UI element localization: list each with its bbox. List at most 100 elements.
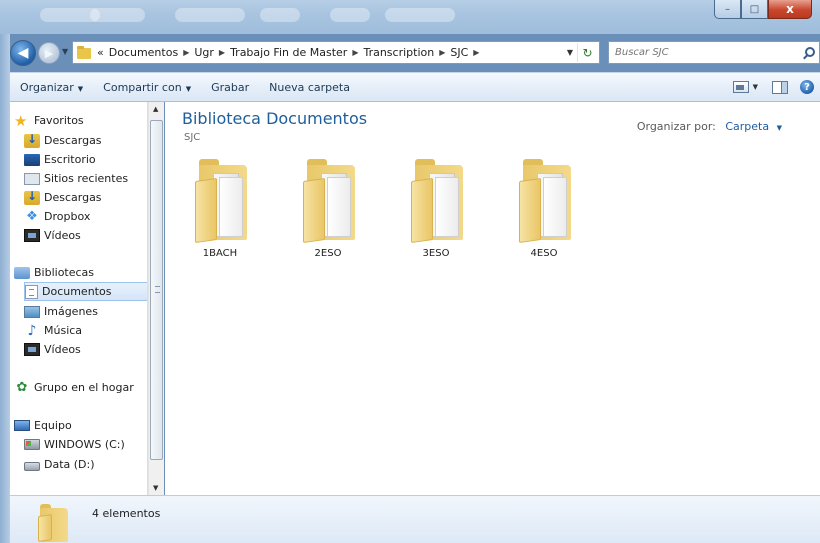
close-button[interactable]: x: [768, 0, 812, 19]
nav-homegroup[interactable]: ✿ Grupo en el hogar: [14, 378, 147, 397]
nav-item-descargas[interactable]: Descargas: [24, 131, 147, 150]
nav-item-descargas-2[interactable]: Descargas: [24, 188, 147, 207]
folder-tile[interactable]: 4ESO: [509, 159, 579, 269]
change-view-icon[interactable]: [732, 81, 749, 93]
chevron-right-icon[interactable]: ▶: [473, 48, 479, 57]
details-pane: 4 elementos: [10, 495, 820, 543]
desktop-icon: [24, 153, 40, 166]
nav-item-label: Descargas: [44, 191, 102, 204]
breadcrumb-item[interactable]: Trabajo Fin de Master: [230, 46, 347, 59]
breadcrumb-item[interactable]: Transcription: [363, 46, 434, 59]
nav-item-data-d[interactable]: Data (D:): [24, 455, 147, 474]
breadcrumb-item[interactable]: SJC: [450, 46, 468, 59]
folder-icon: [519, 159, 574, 243]
help-icon[interactable]: ?: [800, 80, 814, 94]
chevron-down-icon[interactable]: ▼: [753, 83, 758, 91]
nav-item-label: WINDOWS (C:): [44, 438, 125, 451]
folder-label: 3ESO: [422, 248, 450, 259]
nav-item-videos[interactable]: Vídeos: [24, 226, 147, 245]
share-button[interactable]: Compartir con ▼: [93, 81, 201, 94]
video-icon: [24, 229, 40, 242]
nav-favorites-label: Favoritos: [34, 114, 84, 127]
music-icon: ♪: [27, 322, 37, 339]
folder-icon: [38, 504, 70, 542]
nav-scrollbar[interactable]: ▲ ▼: [148, 102, 164, 495]
arrange-by-label: Organizar por:: [636, 120, 716, 133]
chevron-down-icon[interactable]: ▼: [777, 124, 782, 132]
nav-item-dropbox[interactable]: ❖ Dropbox: [24, 207, 147, 226]
chevron-right-icon[interactable]: ▶: [352, 48, 358, 57]
video-icon: [24, 343, 40, 356]
nav-item-documentos[interactable]: Documentos: [24, 282, 147, 301]
library-title: Biblioteca Documentos: [182, 109, 368, 128]
arrange-by-value[interactable]: Carpeta: [725, 120, 769, 133]
windows-drive-icon: [24, 439, 40, 450]
organize-label: Organizar: [20, 80, 74, 94]
nav-item-label: Sitios recientes: [44, 172, 129, 185]
address-bar[interactable]: « Documentos ▶ Ugr ▶ Trabajo Fin de Mast…: [72, 41, 600, 64]
blurred-title-text: [385, 8, 455, 22]
download-folder-icon: [24, 132, 40, 148]
maximize-button[interactable]: □: [741, 0, 768, 19]
navigation-pane: ★ Favoritos Descargas Escritorio Sitios …: [10, 102, 148, 495]
folder-label: 2ESO: [314, 248, 342, 259]
download-folder-icon: [24, 189, 40, 205]
nav-item-imagenes[interactable]: Imágenes: [24, 302, 147, 321]
recent-pages-dropdown[interactable]: ▼: [62, 47, 68, 56]
libraries-icon: [14, 266, 30, 279]
star-icon: ★: [14, 111, 28, 130]
nav-favorites[interactable]: ★ Favoritos: [14, 111, 147, 130]
window-frame-left: [0, 34, 10, 543]
nav-libraries[interactable]: Bibliotecas: [14, 263, 147, 282]
blurred-title-text: [330, 8, 370, 22]
folder-tile[interactable]: 1BACH: [185, 159, 255, 269]
folder-tile[interactable]: 3ESO: [401, 159, 471, 269]
nav-item-label: Documentos: [42, 285, 112, 298]
burn-button[interactable]: Grabar: [201, 81, 259, 94]
address-dropdown-arrow[interactable]: ▼: [567, 48, 573, 57]
forward-button[interactable]: ▶: [38, 42, 60, 64]
share-label: Compartir con: [103, 80, 182, 94]
minimize-button[interactable]: –: [714, 0, 741, 19]
chevron-down-icon: ▼: [77, 84, 84, 93]
nav-item-escritorio[interactable]: Escritorio: [24, 150, 147, 169]
folder-icon: [77, 46, 93, 59]
chevron-down-icon: ▼: [185, 84, 192, 93]
scroll-thumb[interactable]: [150, 120, 163, 460]
refresh-icon[interactable]: ↻: [577, 43, 597, 62]
scroll-down-arrow[interactable]: ▼: [153, 484, 158, 492]
nav-item-label: Vídeos: [44, 343, 81, 356]
nav-computer[interactable]: Equipo: [14, 416, 147, 435]
documents-icon: [25, 284, 38, 299]
preview-pane-icon[interactable]: [772, 80, 788, 94]
back-button[interactable]: ◀: [10, 40, 36, 66]
folder-tile[interactable]: 2ESO: [293, 159, 363, 269]
nav-item-label: Escritorio: [44, 153, 96, 166]
nav-item-videos-lib[interactable]: Vídeos: [24, 340, 147, 359]
organize-button[interactable]: Organizar ▼: [10, 81, 93, 94]
breadcrumb-overflow[interactable]: «: [97, 46, 104, 59]
folder-label: 4ESO: [530, 248, 558, 259]
nav-homegroup-label: Grupo en el hogar: [34, 381, 134, 394]
breadcrumb-item[interactable]: Documentos: [109, 46, 178, 59]
nav-computer-label: Equipo: [34, 419, 72, 432]
chevron-right-icon[interactable]: ▶: [183, 48, 189, 57]
computer-icon: [14, 420, 30, 431]
nav-item-label: Música: [44, 324, 83, 337]
search-icon[interactable]: [805, 47, 815, 57]
scroll-up-arrow[interactable]: ▲: [153, 105, 158, 113]
search-box[interactable]: [608, 41, 820, 64]
breadcrumb-item[interactable]: Ugr: [194, 46, 214, 59]
nav-item-sitios-recientes[interactable]: Sitios recientes: [24, 169, 147, 188]
pictures-icon: [24, 305, 40, 318]
nav-libraries-label: Bibliotecas: [34, 266, 95, 279]
chevron-right-icon[interactable]: ▶: [219, 48, 225, 57]
folder-icon: [303, 159, 358, 243]
folder-icon: [411, 159, 466, 243]
new-folder-button[interactable]: Nueva carpeta: [259, 81, 360, 94]
nav-item-windows-c[interactable]: WINDOWS (C:): [24, 435, 147, 454]
search-input[interactable]: [615, 47, 795, 58]
nav-item-musica[interactable]: ♪ Música: [24, 321, 147, 340]
content-pane: Biblioteca Documentos SJC Organizar por:…: [165, 102, 820, 495]
chevron-right-icon[interactable]: ▶: [439, 48, 445, 57]
